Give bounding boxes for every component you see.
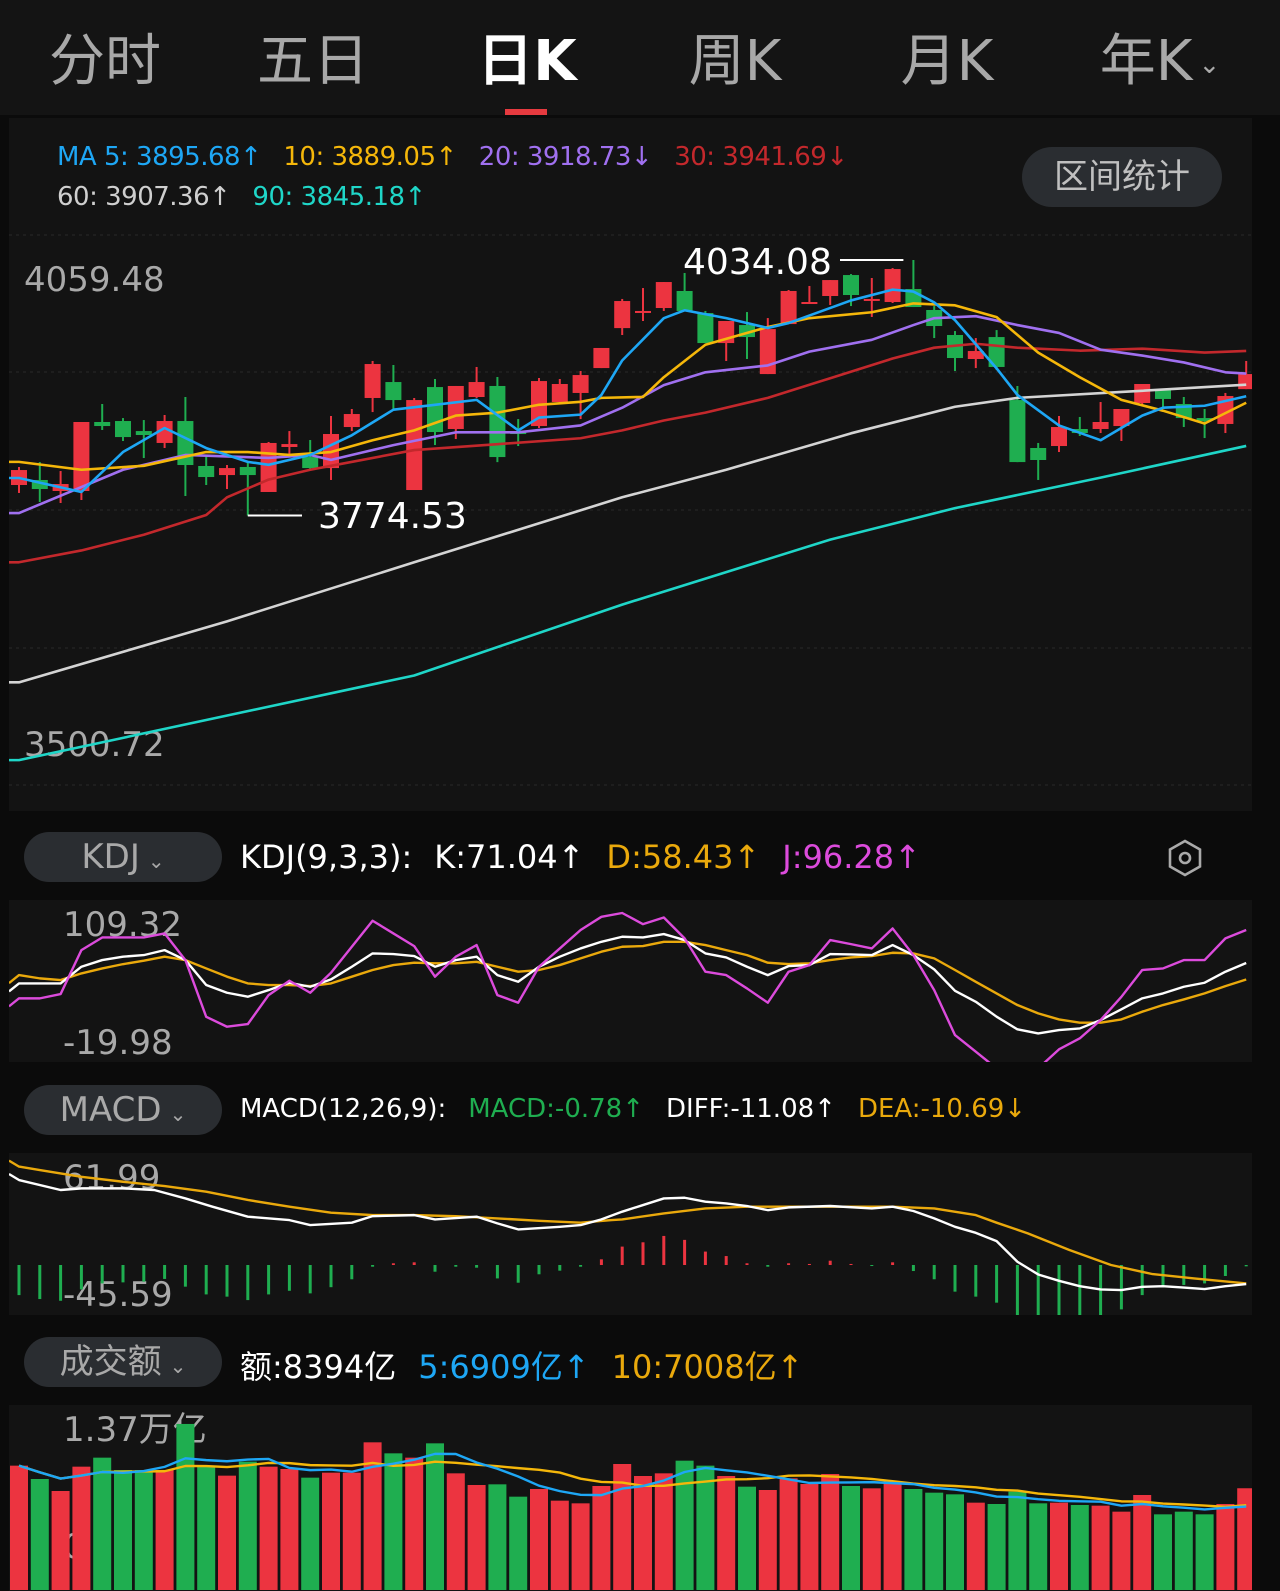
indicator-selector-macd-label: MACD	[59, 1090, 162, 1130]
kdj-axis-min: -19.98	[63, 1023, 173, 1063]
tab-daily-k[interactable]: 日K	[462, 22, 592, 102]
kdj-chart-panel[interactable]	[9, 900, 1252, 1062]
range-stats-button[interactable]: 区间统计	[1022, 147, 1222, 207]
chevron-down-icon: ⌄	[169, 1354, 187, 1378]
indicator-selector-turnover[interactable]: 成交额 ⌄	[24, 1337, 222, 1387]
macd-params: MACD(12,26,9):	[240, 1094, 447, 1124]
turnover-amount: 额:8394亿	[240, 1348, 397, 1386]
active-tab-indicator	[505, 109, 547, 115]
kdj-d-value: D:58.43↑	[606, 838, 761, 876]
ma5-value: MA 5: 3895.68↑	[57, 142, 262, 172]
chevron-down-icon: ⌄	[147, 849, 165, 873]
chevron-down-icon: ⌄	[1198, 49, 1221, 80]
tab-monthly-k[interactable]: 月K	[882, 22, 1012, 102]
ma90-value: 90: 3845.18↑	[252, 182, 426, 212]
ma20-value: 20: 3918.73↓	[478, 142, 653, 172]
indicator-selector-kdj-label: KDJ	[81, 837, 140, 877]
tab-yearly-k[interactable]: 年K ⌄	[1080, 22, 1240, 102]
kdj-k-value: K:71.04↑	[434, 838, 585, 876]
indicator-selector-kdj[interactable]: KDJ ⌄	[24, 832, 222, 882]
tab-weekly-k[interactable]: 周K	[670, 22, 800, 102]
ma30-value: 30: 3941.69↓	[674, 142, 848, 172]
macd-axis-max: 61.99	[63, 1158, 161, 1198]
kdj-params: KDJ(9,3,3):	[240, 838, 413, 876]
macd-histogram-value: MACD:-0.78↑	[468, 1094, 644, 1124]
period-tab-bar: 分时 五日 日K 周K 月K 年K ⌄	[0, 0, 1280, 115]
indicator-selector-macd[interactable]: MACD ⌄	[24, 1085, 222, 1135]
tab-five-day[interactable]: 五日	[248, 22, 378, 102]
turnover-axis-max: 1.37万亿	[63, 1410, 207, 1450]
turnover-ma5: 5:6909亿↑	[418, 1348, 590, 1386]
period-high-label: 4034.08	[683, 242, 832, 283]
tab-yearly-k-label: 年K	[1099, 29, 1193, 94]
ma10-value: 10: 3889.05↑	[283, 142, 457, 172]
price-axis-min: 3500.72	[24, 725, 165, 765]
price-chart-panel[interactable]	[9, 118, 1252, 811]
tab-intraday[interactable]: 分时	[40, 22, 170, 102]
macd-dea-value: DEA:-10.69↓	[857, 1094, 1027, 1124]
indicator-settings-icon[interactable]	[1166, 838, 1204, 878]
period-low-label: 3774.53	[318, 496, 467, 537]
macd-values: MACD(12,26,9): MACD:-0.78↑ DIFF:-11.08↑ DEA…	[240, 1094, 1048, 1124]
turnover-axis-min: 0	[63, 1527, 85, 1567]
indicator-selector-turnover-label: 成交额	[59, 1342, 162, 1382]
ma60-value: 60: 3907.36↑	[57, 182, 231, 212]
turnover-ma10: 10:7008亿↑	[611, 1348, 804, 1386]
macd-chart-panel[interactable]	[9, 1153, 1252, 1315]
ma-legend-row2: 60: 3907.36↑ 90: 3845.18↑	[57, 182, 448, 212]
kdj-axis-max: 109.32	[63, 905, 182, 945]
ma-legend-row1: MA 5: 3895.68↑ 10: 3889.05↑ 20: 3918.73↓ 30…	[57, 142, 870, 172]
macd-axis-min: -45.59	[63, 1275, 173, 1315]
price-axis-max: 4059.48	[24, 260, 165, 300]
turnover-values: 额:8394亿 5:6909亿↑ 10:7008亿↑	[240, 1342, 825, 1388]
kdj-values: KDJ(9,3,3): K:71.04↑ D:58.43↑ J:96.28↑	[240, 838, 943, 876]
macd-diff-value: DIFF:-11.08↑	[666, 1094, 836, 1124]
chevron-down-icon: ⌄	[169, 1102, 187, 1126]
kdj-j-value: J:96.28↑	[782, 838, 921, 876]
